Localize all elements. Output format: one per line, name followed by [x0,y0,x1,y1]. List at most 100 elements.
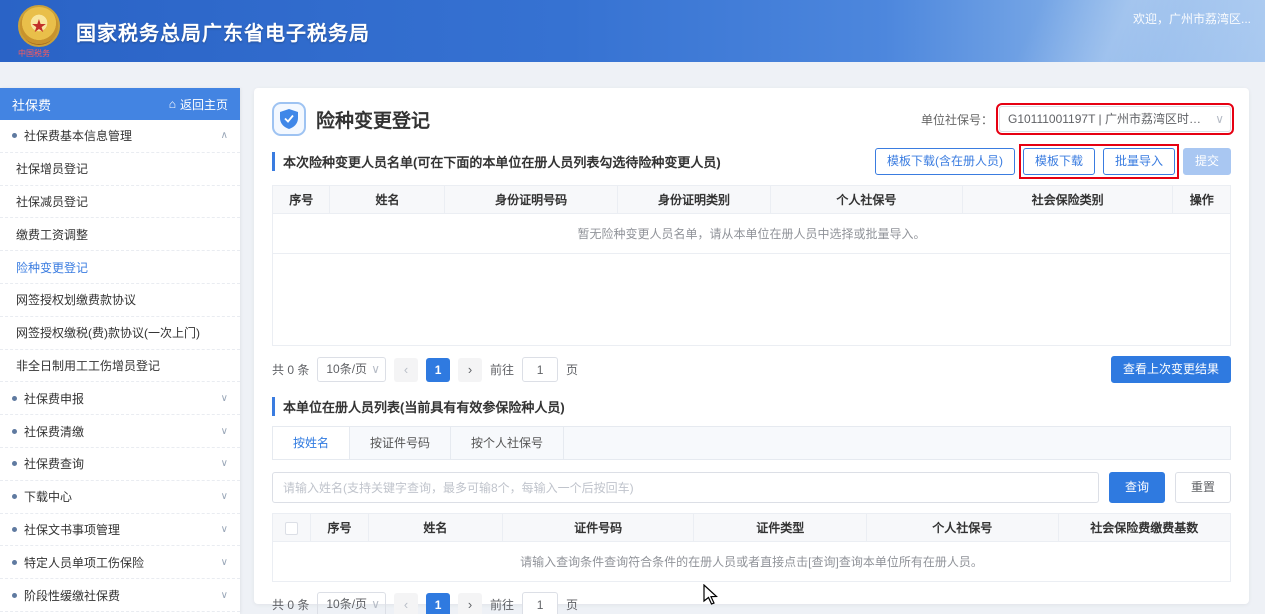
col-name: 姓名 [368,514,502,542]
submit-button[interactable]: 提交 [1183,148,1231,175]
item-label: 网签授权划缴费款协议 [16,291,228,308]
group-label: 下载中心 [24,488,217,505]
sidebar-group-special-personnel-injury-insurance[interactable]: 特定人员单项工伤保险 ∨ [0,546,240,579]
main-content: 险种变更登记 单位社保号： G10111001197T | 广州市荔湾区时升展 … [240,62,1265,614]
prev-page-button[interactable]: ‹ [394,358,418,382]
next-page-button[interactable]: › [458,358,482,382]
bullet-icon [12,494,17,499]
goto-page-input[interactable] [522,357,558,382]
site-title: 国家税务总局广东省电子税务局 [76,17,370,46]
page-title: 险种变更登记 [316,106,430,133]
section2-title: 本单位在册人员列表(当前具有有效参保险种人员) [272,397,565,416]
sidebar-item-social-insurance-add-personnel[interactable]: 社保增员登记 [0,153,240,186]
col-seq: 序号 [273,186,330,214]
item-label: 非全日制用工工伤增员登记 [16,357,228,374]
sidebar-item-online-sign-tax-agreement-one-visit[interactable]: 网签授权缴税(费)款协议(一次上门) [0,317,240,350]
total-count: 共 0 条 [272,361,309,378]
change-list-empty-message: 暂无险种变更人员名单，请从本单位在册人员中选择或批量导入。 [273,214,1231,254]
roster-pagination: 共 0 条 10条/页 ∨ ‹ 1 › 前往 页 [272,592,1231,614]
group-label: 阶段性缓缴社保费 [24,587,217,604]
item-label: 社保减员登记 [16,193,228,210]
unit-social-number-select[interactable]: G10111001197T | 广州市荔湾区时升展 ∨ [999,106,1231,132]
sidebar-item-online-sign-payment-agreement[interactable]: 网签授权划缴费款协议 [0,284,240,317]
chevron-down-icon: ∨ [1215,107,1224,131]
item-label: 缴费工资调整 [16,226,228,243]
roster-empty-message: 请输入查询条件查询符合条件的在册人员或者直接点击[查询]查询本单位所有在册人员。 [273,542,1231,582]
col-id-number: 证件号码 [502,514,694,542]
national-emblem-logo: ★ 中国税务 [18,5,64,57]
change-list-table: 序号 姓名 身份证明号码 身份证明类别 个人社保号 社会保险类别 操作 暂无险种… [272,185,1231,346]
bullet-icon [12,133,17,138]
chevron-down-icon: ∨ [221,524,228,535]
section1-title: 本次险种变更人员名单(可在下面的本单位在册人员列表勾选待险种变更人员) [272,152,721,171]
group-label: 社保费基本信息管理 [24,127,217,144]
group-label: 社保文书事项管理 [24,521,217,538]
goto-page-input[interactable] [522,592,558,614]
chevron-down-icon: ∨ [371,358,380,381]
batch-import-button[interactable]: 批量导入 [1103,148,1175,175]
goto-unit: 页 [566,361,578,378]
group-label: 特定人员单项工伤保险 [24,554,217,571]
sidebar-item-part-time-injury-add-personnel[interactable]: 非全日制用工工伤增员登记 [0,350,240,383]
group-label: 社保费查询 [24,455,217,472]
home-icon: ⌂ [169,97,176,111]
prev-page-button[interactable]: ‹ [394,593,418,614]
next-page-button[interactable]: › [458,593,482,614]
annotation-red-box: 模板下载 批量导入 [1023,148,1175,175]
welcome-text[interactable]: 欢迎，广州市荔湾区... [1133,10,1251,27]
bullet-icon [12,396,17,401]
page-size-value: 10条/页 [326,362,367,376]
bullet-icon [12,527,17,532]
goto-unit: 页 [566,596,578,613]
bullet-icon [12,461,17,466]
template-download-button[interactable]: 模板下载 [1023,148,1095,175]
view-last-change-result-button[interactable]: 查看上次变更结果 [1111,356,1231,383]
name-search-input[interactable] [272,472,1099,503]
template-download-with-staff-button[interactable]: 模板下载(含在册人员) [875,148,1015,175]
logo-caption: 中国税务 [18,48,50,59]
tab-by-id-number[interactable]: 按证件号码 [350,427,451,459]
col-insurance-category: 社会保险类别 [962,186,1173,214]
chevron-down-icon: ∨ [221,393,228,404]
reset-button[interactable]: 重置 [1175,472,1231,503]
page-size-value: 10条/页 [326,597,367,611]
tab-by-name[interactable]: 按姓名 [273,427,350,459]
col-id-type: 证件类型 [694,514,866,542]
sidebar-item-insurance-type-change-registration[interactable]: 险种变更登记 [0,251,240,284]
query-button[interactable]: 查询 [1109,472,1165,503]
unit-social-number-label: 单位社保号： [921,111,993,128]
total-count: 共 0 条 [272,596,309,613]
bullet-icon [12,593,17,598]
sidebar-title: 社保费 [12,95,51,114]
col-name: 姓名 [330,186,445,214]
col-operation: 操作 [1173,186,1231,214]
return-home-link[interactable]: ⌂ 返回主页 [169,96,228,113]
page-size-select[interactable]: 10条/页 ∨ [317,592,386,614]
sidebar-group-basic-info-management[interactable]: 社保费基本信息管理 ∧ [0,120,240,153]
page-size-select[interactable]: 10条/页 ∨ [317,357,386,382]
sidebar-item-payment-wage-adjustment[interactable]: 缴费工资调整 [0,218,240,251]
content-card: 险种变更登记 单位社保号： G10111001197T | 广州市荔湾区时升展 … [254,88,1249,604]
current-page-button[interactable]: 1 [426,358,450,382]
sidebar-group-declaration[interactable]: 社保费申报 ∨ [0,382,240,415]
roster-table: 序号 姓名 证件号码 证件类型 个人社保号 社会保险费缴费基数 请输入查询条件查… [272,513,1231,582]
current-page-button[interactable]: 1 [426,593,450,614]
star-icon: ★ [31,17,47,35]
chevron-down-icon: ∨ [221,458,228,469]
change-list-pagination: 共 0 条 10条/页 ∨ ‹ 1 › 前往 页 查看上次变更结果 [272,356,1231,383]
shield-icon [272,102,306,136]
sidebar-group-settlement[interactable]: 社保费清缴 ∨ [0,415,240,448]
tab-by-personal-ss-number[interactable]: 按个人社保号 [451,427,564,459]
sidebar-group-download-center[interactable]: 下载中心 ∨ [0,481,240,514]
goto-label: 前往 [490,361,514,378]
sidebar-group-query[interactable]: 社保费查询 ∨ [0,448,240,481]
chevron-up-icon: ∧ [221,130,228,141]
sidebar-group-phased-deferred-payment[interactable]: 阶段性缓缴社保费 ∨ [0,579,240,612]
select-all-checkbox[interactable] [285,522,298,535]
bullet-icon [12,560,17,565]
sidebar-item-social-insurance-remove-personnel[interactable]: 社保减员登记 [0,186,240,219]
sidebar-header: 社保费 ⌂ 返回主页 [0,88,240,120]
sidebar-group-document-management[interactable]: 社保文书事项管理 ∨ [0,514,240,547]
emblem-icon: ★ [18,5,60,47]
item-label: 网签授权缴税(费)款协议(一次上门) [16,324,228,341]
